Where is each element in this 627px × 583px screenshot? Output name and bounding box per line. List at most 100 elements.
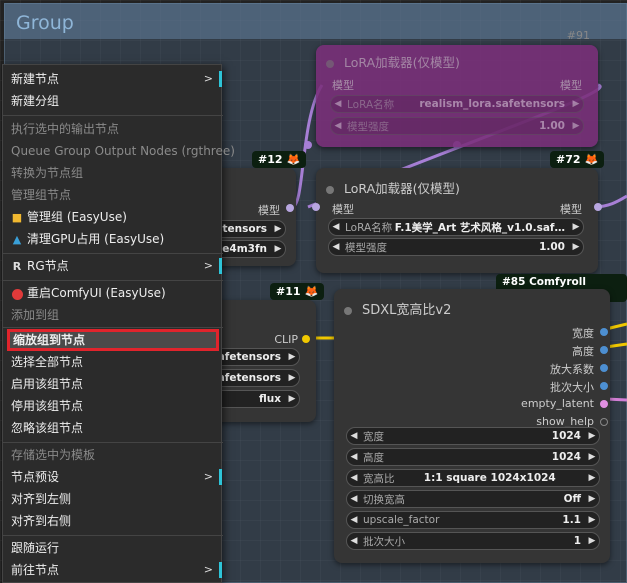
output-slot-port[interactable] xyxy=(600,328,608,336)
menu-item-disable-group-nodes[interactable]: 停用该组节点 xyxy=(3,395,223,417)
output-slot-port[interactable] xyxy=(600,346,608,354)
sdxl-aspect-ratio-node-85[interactable]: SDXL宽高比v2 宽度 高度 放大系数 批次大小 empty_latent show_h… xyxy=(334,289,610,563)
widget-value: 1024 xyxy=(551,430,581,442)
widget-right-arrow[interactable]: ▶ xyxy=(585,452,599,462)
widget-left-arrow[interactable]: ◀ xyxy=(347,515,361,525)
output-slot-label: empty_latent xyxy=(521,397,594,410)
lora-loader-node-72[interactable]: LoRA加载器(仅模型) 模型 模型 ◀ LoRA名称 F.1美学_Art 艺术… xyxy=(312,168,602,273)
menu-item-save-as-template: 存储选中为模板 xyxy=(11,448,96,462)
node-id-badge: #11 🦊 xyxy=(270,283,325,300)
widget-value: 1 xyxy=(573,535,581,547)
widget-right-arrow[interactable]: ▶ xyxy=(569,121,583,131)
widget-left-arrow[interactable]: ◀ xyxy=(347,452,361,462)
menu-separator xyxy=(3,115,223,116)
rgthree-logo-icon: R xyxy=(12,260,22,273)
folder-icon: ■ xyxy=(11,211,23,224)
menu-item-restart-comfyui[interactable]: 重启ComfyUI (EasyUse) xyxy=(3,282,223,304)
widget-label: upscale_factor xyxy=(363,514,440,526)
widget-left-arrow[interactable]: ◀ xyxy=(347,431,361,441)
output-clip-label: CLIP xyxy=(274,333,298,346)
menu-item-rg-nodes[interactable]: R RG节点 > xyxy=(3,255,223,277)
lora-name-widget[interactable]: ◀ LoRA名称 realism_lora.safetensors ▶ xyxy=(330,95,584,113)
widget-right-arrow[interactable]: ▶ xyxy=(585,494,599,504)
menu-item-manage-group-easyuse[interactable]: ■ 管理组 (EasyUse) xyxy=(3,206,223,228)
menu-item-align-left[interactable]: 对齐到左侧 xyxy=(3,488,223,510)
submenu-indicator xyxy=(219,469,222,485)
menu-item-manage-group-nodes: 管理组节点 xyxy=(11,188,72,202)
fox-icon: 🦊 xyxy=(584,153,599,166)
widget-right-arrow[interactable]: ▶ xyxy=(585,473,599,483)
widget-value: 1:1 square 1024x1024 xyxy=(423,472,556,484)
strength-widget[interactable]: ◀ 模型强度 1.00 ▶ xyxy=(330,117,584,135)
output-slot-port[interactable] xyxy=(600,400,608,408)
lora-loader-node-bypassed[interactable]: #91 LoRA加载器(仅模型) 模型 模型 ◀ LoRA名称 realism_… xyxy=(316,29,598,147)
output-clip-port[interactable] xyxy=(302,335,310,343)
sdxl-widget[interactable]: ◀ 切换宽高 Off ▶ xyxy=(346,490,600,508)
widget-right-arrow[interactable]: ▶ xyxy=(271,224,285,234)
menu-item-new-group[interactable]: 新建分组 xyxy=(3,90,223,112)
node-title: LoRA加载器(仅模型) xyxy=(326,52,460,71)
menu-separator xyxy=(3,280,223,281)
output-slot-label: 高度 xyxy=(572,345,594,358)
stop-icon xyxy=(11,283,23,305)
widget-left-arrow[interactable]: ◀ xyxy=(329,242,343,252)
widget-left-arrow[interactable]: ◀ xyxy=(347,536,361,546)
node-collapse-dot[interactable] xyxy=(326,185,334,194)
input-model-label: 模型 xyxy=(332,79,354,92)
widget-left-arrow[interactable]: ◀ xyxy=(347,494,361,504)
menu-item-align-right[interactable]: 对齐到右侧 xyxy=(3,510,223,532)
node-id-badge: #91 xyxy=(566,29,590,42)
output-slot-label: 批次大小 xyxy=(550,381,594,394)
sdxl-widget[interactable]: ◀ 宽度 1024 ▶ xyxy=(346,427,600,445)
sdxl-widget[interactable]: ◀ upscale_factor 1.1 ▶ xyxy=(346,511,600,529)
sdxl-widget[interactable]: ◀ 高度 1024 ▶ xyxy=(346,448,600,466)
widget-right-arrow[interactable]: ▶ xyxy=(285,394,299,404)
widget-right-arrow[interactable]: ▶ xyxy=(569,242,583,252)
widget-label: 宽高比 xyxy=(363,472,395,485)
strength-widget[interactable]: ◀ 模型强度 1.00 ▶ xyxy=(328,238,584,256)
output-model-port[interactable] xyxy=(594,203,602,211)
lora-name-widget[interactable]: ◀ LoRA名称 F.1美学_Art 艺术风格_v1.0.saf… ▶ xyxy=(328,218,584,236)
output-slot-port[interactable] xyxy=(600,382,608,390)
menu-item-select-all-nodes[interactable]: 选择全部节点 xyxy=(3,351,223,373)
widget-left-arrow[interactable]: ◀ xyxy=(331,99,345,109)
sdxl-widget[interactable]: ◀ 宽高比 1:1 square 1024x1024 ▶ xyxy=(346,469,600,487)
menu-item-clear-gpu[interactable]: ▲ 清理GPU占用 (EasyUse) xyxy=(3,228,223,250)
widget-left-arrow[interactable]: ◀ xyxy=(329,222,343,232)
widget-right-arrow[interactable]: ▶ xyxy=(585,515,599,525)
output-model-label: 模型 xyxy=(560,203,582,216)
menu-separator xyxy=(3,442,223,443)
menu-item-follow-execution[interactable]: 跟随运行 xyxy=(3,537,223,559)
widget-right-arrow[interactable]: ▶ xyxy=(569,222,583,232)
output-slot-port[interactable] xyxy=(600,418,608,426)
output-model-port[interactable] xyxy=(286,204,294,212)
widget-right-arrow[interactable]: ▶ xyxy=(585,536,599,546)
widget-right-arrow[interactable]: ▶ xyxy=(285,352,299,362)
widget-value: 1.1 xyxy=(562,514,581,526)
widget-left-arrow[interactable]: ◀ xyxy=(331,121,345,131)
droplet-icon: ▲ xyxy=(12,233,22,246)
context-menu[interactable]: 新建节点 > 新建分组 执行选中的输出节点 Queue Group Output … xyxy=(2,64,235,583)
menu-item-enable-group-nodes[interactable]: 启用该组节点 xyxy=(3,373,223,395)
widget-left-arrow[interactable]: ◀ xyxy=(347,473,361,483)
menu-item-new-node[interactable]: 新建节点 > xyxy=(3,68,223,90)
widget-right-arrow[interactable]: ▶ xyxy=(585,431,599,441)
menu-item-go-to-node[interactable]: 前往节点 > xyxy=(3,559,223,581)
menu-item-fit-group-to-nodes[interactable]: 缩放组到节点 xyxy=(7,329,219,351)
node-canvas[interactable]: Group #91 LoRA加载器(仅模型) 模型 模型 ◀ LoRA名称 re… xyxy=(0,0,627,583)
menu-item-node-presets[interactable]: 节点预设 > xyxy=(3,466,223,488)
input-model-port[interactable] xyxy=(312,203,320,211)
node-collapse-dot[interactable] xyxy=(326,59,334,68)
widget-right-arrow[interactable]: ▶ xyxy=(569,99,583,109)
menu-item-convert-group-node: 转换为节点组 xyxy=(11,166,84,180)
fox-icon: 🦊 xyxy=(304,285,319,298)
menu-item-bypass-group-nodes[interactable]: 忽略该组节点 xyxy=(3,417,223,439)
widget-right-arrow[interactable]: ▶ xyxy=(285,373,299,383)
output-slot-port[interactable] xyxy=(600,364,608,372)
menu-item-add-to-group: 添加到组 xyxy=(11,308,60,322)
node-collapse-dot[interactable] xyxy=(344,306,352,315)
submenu-arrow-icon: > xyxy=(203,470,213,483)
widget-right-arrow[interactable]: ▶ xyxy=(271,244,285,254)
output-model-label: 模型 xyxy=(258,204,280,217)
sdxl-widget[interactable]: ◀ 批次大小 1 ▶ xyxy=(346,532,600,550)
